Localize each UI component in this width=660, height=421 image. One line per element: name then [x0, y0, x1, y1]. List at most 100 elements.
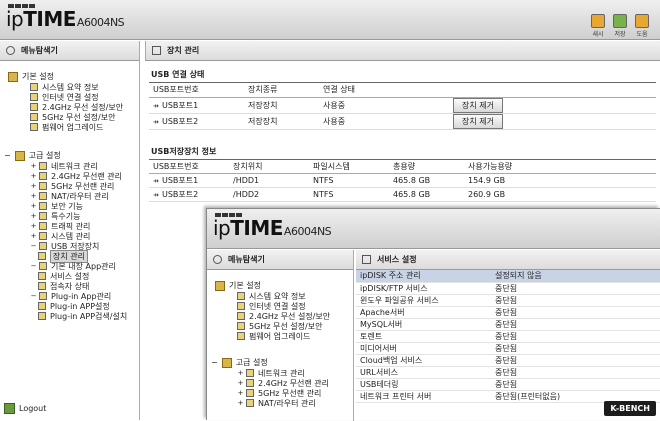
page-icon: [30, 123, 38, 131]
page-icon: [237, 322, 245, 330]
table-row: ⇸ USB포트1 저장장치 사용중 장치 제거: [149, 97, 656, 113]
menu-group-advanced[interactable]: − 고급 설정: [211, 357, 349, 368]
folder-icon: [39, 192, 47, 200]
menu-explorer-title: 메뉴탐색기: [0, 41, 139, 61]
table-row[interactable]: 미디어서버 중단됨: [356, 342, 660, 355]
logout-link[interactable]: Logout: [4, 403, 46, 414]
save-icon: [613, 14, 627, 28]
menu-item[interactable]: 시스템 요약 정보: [211, 291, 349, 301]
table-row: ⇸ USB포트2 저장장치 사용중 장치 제거: [149, 113, 656, 129]
menu-item[interactable]: +5GHz 무선랜 관리: [211, 388, 349, 398]
table-row[interactable]: Apache서버 중단됨: [356, 306, 660, 319]
search-icon: [6, 46, 15, 55]
folder-icon: [246, 369, 254, 377]
menu-explorer: 메뉴탐색기 기본 설정 시스템 요약 정보 인터넷 연결 설정 2.4GHz 무…: [0, 41, 140, 420]
menu-item[interactable]: 시스템 요약 정보: [4, 82, 135, 92]
header-toolbar: 새시 저장 도움: [590, 14, 650, 38]
search-icon: [213, 255, 222, 264]
page-icon: [38, 282, 46, 290]
menu-item[interactable]: + 네트워크 관리: [211, 368, 349, 378]
overlay-main-panel: 서비스 설정 ipDISK 주소 관리 설정되지 않음 ipDISK/FTP 서비…: [356, 250, 660, 421]
folder-icon: [246, 389, 254, 397]
menu-item[interactable]: + 네트워크 관리: [4, 161, 135, 171]
folder-icon: [215, 280, 225, 291]
table-row[interactable]: MySQL서버 중단됨: [356, 318, 660, 331]
kbench-watermark: K-BENCH: [604, 401, 656, 416]
folder-icon: [8, 71, 18, 82]
table-row[interactable]: 윈도우 파일공유 서비스 중단됨: [356, 294, 660, 307]
menu-group-basic[interactable]: 기본 설정: [211, 280, 349, 291]
table-row[interactable]: 토렌트 중단됨: [356, 330, 660, 343]
help-icon: [635, 14, 649, 28]
iptime-logo: ipTIMEA6004NS: [6, 4, 125, 34]
menu-group-basic[interactable]: 기본 설정: [4, 71, 135, 82]
table-row: ⇸ USB포트1 /HDD1 NTFS 465.8 GB 154.9 GB: [149, 174, 656, 188]
page-icon: [237, 292, 245, 300]
folder-icon: [39, 242, 47, 250]
table-row[interactable]: USB테더링 중단됨: [356, 378, 660, 391]
menu-item[interactable]: + 시스템 관리: [4, 231, 135, 241]
menu-item[interactable]: +5GHz 무선랜 관리: [4, 181, 135, 191]
main-title: 장치 관리: [145, 41, 660, 61]
refresh-button[interactable]: 새시: [590, 14, 606, 38]
menu-group-advanced[interactable]: − 고급 설정: [4, 150, 135, 161]
menu-item-device-manage[interactable]: 장치 관리: [4, 249, 135, 263]
usb-icon: ⇸: [153, 117, 159, 126]
menu-item[interactable]: − 기본 내장 App관리: [4, 261, 135, 271]
menu-item[interactable]: 5GHz 무선 설정/보안: [211, 321, 349, 331]
folder-icon: [39, 232, 47, 240]
page-icon: [30, 113, 38, 121]
help-button[interactable]: 도움: [634, 14, 650, 38]
save-button[interactable]: 저장: [612, 14, 628, 38]
folder-icon: [39, 292, 47, 300]
page-icon: [30, 93, 38, 101]
folder-icon: [246, 379, 254, 387]
menu-item[interactable]: − Plug-in App관리: [4, 291, 135, 301]
usb-storage-table: USB포트번호 장치위치 파일시스템 총용량 사용가능용량 ⇸ USB포트1 /H…: [149, 160, 656, 203]
folder-icon: [221, 357, 232, 368]
usb-storage-section: USB저장장치 정보 USB포트번호 장치위치 파일시스템 총용량 사용가능용량…: [149, 144, 656, 203]
usb-icon: ⇸: [153, 101, 159, 110]
folder-icon: [39, 222, 47, 230]
menu-item[interactable]: 2.4GHz 무선 설정/보안: [4, 102, 135, 112]
overlay-window: ipTIMEA6004NS 메뉴탐색기 기본 설정 시스템 요약 정보 인터넷 …: [206, 208, 660, 421]
menu-item[interactable]: 펌웨어 업그레이드: [211, 331, 349, 341]
table-row[interactable]: ipDISK 주소 관리 설정되지 않음: [356, 270, 660, 283]
menu-item[interactable]: + NAT/라우터 관리: [4, 191, 135, 201]
menu-item[interactable]: 2.4GHz 무선 설정/보안: [211, 311, 349, 321]
folder-icon: [39, 172, 47, 180]
service-settings-title: 서비스 설정: [356, 250, 660, 270]
menu-item[interactable]: + 특수기능: [4, 211, 135, 221]
menu-item[interactable]: + 보안 기능: [4, 201, 135, 211]
folder-icon: [39, 182, 47, 190]
table-row: ⇸ USB포트2 /HDD2 NTFS 465.8 GB 260.9 GB: [149, 188, 656, 202]
menu-item[interactable]: + NAT/라우터 관리: [211, 398, 349, 408]
menu-item[interactable]: 인터넷 연결 설정: [4, 92, 135, 102]
folder-icon: [39, 202, 47, 210]
folder-icon: [39, 162, 47, 170]
iptime-logo: ipTIMEA6004NS: [213, 213, 332, 243]
usb-icon: ⇸: [153, 191, 159, 199]
folder-icon: [14, 150, 25, 161]
menu-item[interactable]: +2.4GHz 무선랜 관리: [4, 171, 135, 181]
menu-item[interactable]: 펌웨어 업그레이드: [4, 122, 135, 132]
menu-item[interactable]: Plug-in APP검색/설치: [4, 311, 135, 321]
table-row[interactable]: Cloud백업 서비스 중단됨: [356, 354, 660, 367]
remove-device-button[interactable]: 장치 제거: [453, 113, 503, 129]
logout-icon: [4, 403, 15, 414]
table-row[interactable]: ipDISK/FTP 서비스 중단됨: [356, 282, 660, 295]
menu-item[interactable]: +2.4GHz 무선랜 관리: [211, 378, 349, 388]
table-row[interactable]: URL서비스 중단됨: [356, 366, 660, 379]
menu-item[interactable]: 접속자 상태: [4, 281, 135, 291]
menu-item[interactable]: 서비스 설정: [4, 271, 135, 281]
remove-device-button[interactable]: 장치 제거: [453, 97, 503, 113]
service-table: ipDISK 주소 관리 설정되지 않음 ipDISK/FTP 서비스 중단됨 윈도…: [356, 270, 660, 403]
menu-item[interactable]: Plug-in APP설정: [4, 301, 135, 311]
model-name: A6004NS: [76, 16, 125, 29]
folder-icon: [39, 212, 47, 220]
menu-item[interactable]: + 트래픽 관리: [4, 221, 135, 231]
menu-item[interactable]: 인터넷 연결 설정: [211, 301, 349, 311]
folder-icon: [246, 399, 254, 407]
menu-item[interactable]: 5GHz 무선 설정/보안: [4, 112, 135, 122]
folder-icon: [39, 262, 47, 270]
